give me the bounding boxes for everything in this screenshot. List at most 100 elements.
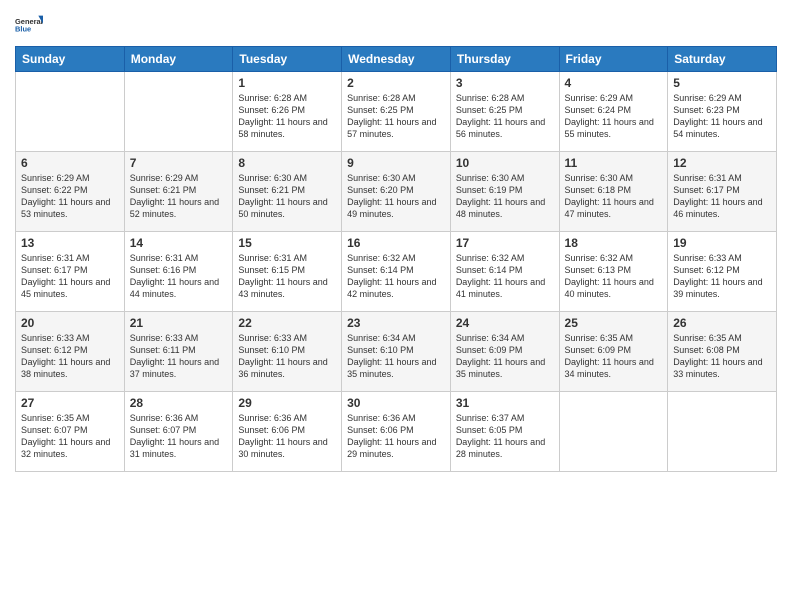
day-number: 23 [347, 316, 445, 330]
calendar-cell [668, 392, 777, 472]
week-row-2: 6 Sunrise: 6:29 AM Sunset: 6:22 PM Daylig… [16, 152, 777, 232]
logo-icon: GeneralBlue [15, 10, 43, 38]
day-info: Sunrise: 6:28 AM Sunset: 6:25 PM Dayligh… [347, 92, 445, 141]
week-row-5: 27Sunrise: 6:35 AM Sunset: 6:07 PM Dayli… [16, 392, 777, 472]
logo: GeneralBlue [15, 10, 43, 38]
day-number: 13 [21, 236, 119, 250]
day-info: Sunrise: 6:28 AM Sunset: 6:25 PM Dayligh… [456, 92, 554, 141]
calendar-cell: 26Sunrise: 6:35 AM Sunset: 6:08 PM Dayli… [668, 312, 777, 392]
day-info: Sunrise: 6:37 AM Sunset: 6:05 PM Dayligh… [456, 412, 554, 461]
day-info: Sunrise: 6:35 AM Sunset: 6:09 PM Dayligh… [565, 332, 663, 381]
day-number: 14 [130, 236, 228, 250]
day-info: Sunrise: 6:29 AM Sunset: 6:22 PM Dayligh… [21, 172, 119, 221]
day-number: 15 [238, 236, 336, 250]
day-number: 11 [565, 156, 663, 170]
day-info: Sunrise: 6:34 AM Sunset: 6:09 PM Dayligh… [456, 332, 554, 381]
day-number: 5 [673, 76, 771, 90]
day-number: 31 [456, 396, 554, 410]
day-info: Sunrise: 6:29 AM Sunset: 6:21 PM Dayligh… [130, 172, 228, 221]
day-info: Sunrise: 6:31 AM Sunset: 6:15 PM Dayligh… [238, 252, 336, 301]
week-row-3: 13 Sunrise: 6:31 AM Sunset: 6:17 PM Dayli… [16, 232, 777, 312]
calendar-cell: 8Sunrise: 6:30 AM Sunset: 6:21 PM Daylig… [233, 152, 342, 232]
calendar-cell: 31 Sunrise: 6:37 AM Sunset: 6:05 PM Dayli… [450, 392, 559, 472]
day-info: Sunrise: 6:32 AM Sunset: 6:13 PM Dayligh… [565, 252, 663, 301]
day-number: 18 [565, 236, 663, 250]
day-info: Sunrise: 6:32 AM Sunset: 6:14 PM Dayligh… [456, 252, 554, 301]
day-number: 7 [130, 156, 228, 170]
day-number: 6 [21, 156, 119, 170]
day-info: Sunrise: 6:31 AM Sunset: 6:17 PM Dayligh… [21, 252, 119, 301]
week-row-1: 1 Sunrise: 6:28 AM Sunset: 6:26 PM Daylig… [16, 72, 777, 152]
calendar-cell: 10 Sunrise: 6:30 AM Sunset: 6:19 PM Dayli… [450, 152, 559, 232]
calendar-cell: 23 Sunrise: 6:34 AM Sunset: 6:10 PM Dayli… [342, 312, 451, 392]
calendar-header-row: SundayMondayTuesdayWednesdayThursdayFrid… [16, 47, 777, 72]
day-info: Sunrise: 6:36 AM Sunset: 6:06 PM Dayligh… [347, 412, 445, 461]
calendar-cell [16, 72, 125, 152]
day-info: Sunrise: 6:32 AM Sunset: 6:14 PM Dayligh… [347, 252, 445, 301]
calendar-cell: 29 Sunrise: 6:36 AM Sunset: 6:06 PM Dayli… [233, 392, 342, 472]
calendar-cell: 9 Sunrise: 6:30 AM Sunset: 6:20 PM Daylig… [342, 152, 451, 232]
day-number: 3 [456, 76, 554, 90]
day-info: Sunrise: 6:33 AM Sunset: 6:12 PM Dayligh… [21, 332, 119, 381]
calendar-cell: 4 Sunrise: 6:29 AM Sunset: 6:24 PM Daylig… [559, 72, 668, 152]
day-info: Sunrise: 6:35 AM Sunset: 6:08 PM Dayligh… [673, 332, 771, 381]
day-info: Sunrise: 6:29 AM Sunset: 6:23 PM Dayligh… [673, 92, 771, 141]
day-number: 4 [565, 76, 663, 90]
calendar-cell [124, 72, 233, 152]
calendar-cell: 7 Sunrise: 6:29 AM Sunset: 6:21 PM Daylig… [124, 152, 233, 232]
calendar-cell: 25 Sunrise: 6:35 AM Sunset: 6:09 PM Dayli… [559, 312, 668, 392]
day-info: Sunrise: 6:29 AM Sunset: 6:24 PM Dayligh… [565, 92, 663, 141]
day-info: Sunrise: 6:33 AM Sunset: 6:11 PM Dayligh… [130, 332, 228, 381]
day-number: 1 [238, 76, 336, 90]
header-friday: Friday [559, 47, 668, 72]
header-monday: Monday [124, 47, 233, 72]
day-info: Sunrise: 6:36 AM Sunset: 6:06 PM Dayligh… [238, 412, 336, 461]
day-number: 17 [456, 236, 554, 250]
calendar-cell: 24 Sunrise: 6:34 AM Sunset: 6:09 PM Dayli… [450, 312, 559, 392]
day-number: 22 [238, 316, 336, 330]
day-number: 12 [673, 156, 771, 170]
day-info: Sunrise: 6:30 AM Sunset: 6:20 PM Dayligh… [347, 172, 445, 221]
day-number: 2 [347, 76, 445, 90]
calendar-cell: 6 Sunrise: 6:29 AM Sunset: 6:22 PM Daylig… [16, 152, 125, 232]
day-number: 25 [565, 316, 663, 330]
day-info: Sunrise: 6:30 AM Sunset: 6:19 PM Dayligh… [456, 172, 554, 221]
day-number: 24 [456, 316, 554, 330]
header-saturday: Saturday [668, 47, 777, 72]
svg-text:Blue: Blue [15, 24, 31, 33]
day-info: Sunrise: 6:30 AM Sunset: 6:18 PM Dayligh… [565, 172, 663, 221]
day-info: Sunrise: 6:33 AM Sunset: 6:12 PM Dayligh… [673, 252, 771, 301]
calendar-cell [559, 392, 668, 472]
calendar-cell: 27Sunrise: 6:35 AM Sunset: 6:07 PM Dayli… [16, 392, 125, 472]
calendar-table: SundayMondayTuesdayWednesdayThursdayFrid… [15, 46, 777, 472]
day-number: 10 [456, 156, 554, 170]
calendar-cell: 13 Sunrise: 6:31 AM Sunset: 6:17 PM Dayli… [16, 232, 125, 312]
day-info: Sunrise: 6:31 AM Sunset: 6:17 PM Dayligh… [673, 172, 771, 221]
day-info: Sunrise: 6:31 AM Sunset: 6:16 PM Dayligh… [130, 252, 228, 301]
day-info: Sunrise: 6:34 AM Sunset: 6:10 PM Dayligh… [347, 332, 445, 381]
header-tuesday: Tuesday [233, 47, 342, 72]
day-number: 28 [130, 396, 228, 410]
calendar-cell: 11 Sunrise: 6:30 AM Sunset: 6:18 PM Dayli… [559, 152, 668, 232]
calendar-cell: 16Sunrise: 6:32 AM Sunset: 6:14 PM Dayli… [342, 232, 451, 312]
calendar-cell: 14 Sunrise: 6:31 AM Sunset: 6:16 PM Dayli… [124, 232, 233, 312]
calendar-cell: 20 Sunrise: 6:33 AM Sunset: 6:12 PM Dayli… [16, 312, 125, 392]
header-thursday: Thursday [450, 47, 559, 72]
day-number: 20 [21, 316, 119, 330]
day-info: Sunrise: 6:36 AM Sunset: 6:07 PM Dayligh… [130, 412, 228, 461]
calendar-cell: 19 Sunrise: 6:33 AM Sunset: 6:12 PM Dayli… [668, 232, 777, 312]
day-number: 29 [238, 396, 336, 410]
day-number: 21 [130, 316, 228, 330]
calendar-cell: 30 Sunrise: 6:36 AM Sunset: 6:06 PM Dayli… [342, 392, 451, 472]
day-info: Sunrise: 6:28 AM Sunset: 6:26 PM Dayligh… [238, 92, 336, 141]
day-number: 9 [347, 156, 445, 170]
calendar-cell: 22Sunrise: 6:33 AM Sunset: 6:10 PM Dayli… [233, 312, 342, 392]
header-sunday: Sunday [16, 47, 125, 72]
calendar-cell: 3 Sunrise: 6:28 AM Sunset: 6:25 PM Daylig… [450, 72, 559, 152]
calendar-cell: 18 Sunrise: 6:32 AM Sunset: 6:13 PM Dayli… [559, 232, 668, 312]
day-number: 19 [673, 236, 771, 250]
calendar-cell: 17 Sunrise: 6:32 AM Sunset: 6:14 PM Dayli… [450, 232, 559, 312]
day-number: 30 [347, 396, 445, 410]
day-info: Sunrise: 6:35 AM Sunset: 6:07 PM Dayligh… [21, 412, 119, 461]
day-info: Sunrise: 6:30 AM Sunset: 6:21 PM Dayligh… [238, 172, 336, 221]
